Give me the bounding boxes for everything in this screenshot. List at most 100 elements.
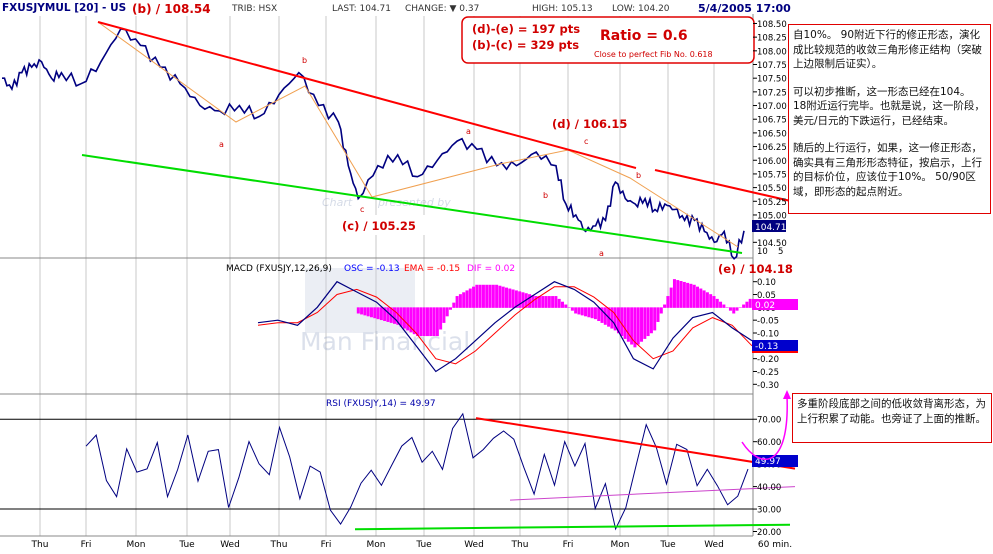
macd-hist-bar-21-3	[682, 281, 686, 308]
price-tick-label-13: 105.25	[757, 198, 787, 208]
price-tick-label-8: 106.50	[757, 129, 787, 139]
macd-hist-bar-7-3	[406, 307, 410, 331]
price-tick-label-4: 107.50	[757, 75, 787, 85]
x-tick-label-4: Wed	[220, 540, 240, 550]
x-tick-label-8: Tue	[415, 540, 432, 550]
price-tick-label-9: 106.25	[757, 143, 787, 153]
macd-hist-bar-21-4	[686, 282, 690, 308]
macd-hist-bar-17-0	[593, 307, 597, 320]
macd-hist-bar-15-3	[564, 304, 568, 308]
subwave-a2: a	[466, 127, 471, 136]
price-tick-label-5: 107.25	[757, 88, 787, 98]
macd-dif-tag-text: 0.02	[755, 301, 775, 311]
macd-hist-bar-13-2	[521, 292, 525, 308]
macd-hist-bar-10-4	[468, 288, 472, 308]
macd-hist-bar-5-4	[369, 307, 373, 318]
macd-hist-bar-18-3	[623, 307, 627, 339]
macd-hist-bar-12-0	[495, 284, 499, 308]
label-c: (c) / 105.25	[342, 219, 416, 233]
macd-hist-bar-12-1	[498, 285, 502, 308]
macd-tick-label-6: -0.20	[757, 355, 779, 365]
macd-hist-bar-9-0	[435, 307, 439, 337]
macd-hist-bar-11-0	[475, 284, 479, 308]
macd-hist-bar-24-5	[748, 298, 752, 308]
macd-hist-bar-14-3	[544, 296, 548, 308]
macd-hist-bar-15-5	[570, 307, 574, 311]
macd-hist-bar-9-5	[452, 302, 456, 308]
macd-hist-bar-10-5	[472, 286, 476, 308]
ratio-box: (d)-(e) = 197 pts (b)-(c) = 329 pts Rati…	[461, 16, 755, 64]
x-tick-label-14: Wed	[704, 540, 724, 550]
macd-hist-bar-5-3	[366, 307, 370, 317]
price-tick-label-14: 105.00	[757, 211, 787, 221]
macd-hist-bar-15-0	[554, 296, 558, 308]
subwave-c2: c	[584, 137, 588, 146]
macd-hist-bar-17-3	[603, 307, 607, 325]
change-label: CHANGE: ▼ 0.37	[405, 4, 479, 14]
subwave-b2: b	[543, 191, 548, 200]
macd-hist-bar-15-4	[567, 307, 571, 308]
x-tick-label-0: Thu	[31, 540, 49, 550]
x-tick-label-1: Fri	[81, 540, 92, 550]
macd-hist-bar-24-0	[732, 307, 736, 314]
macd-header-ema: EMA = -0.15	[404, 264, 460, 274]
x-tick-label-10: Thu	[511, 540, 529, 550]
macd-hist-bar-22-2	[699, 288, 703, 308]
macd-hist-bar-8-3	[425, 307, 429, 337]
ratio-value: Ratio = 0.6	[600, 28, 688, 44]
macd-hist-bar-9-2	[442, 307, 446, 323]
macd-hist-bar-12-2	[501, 286, 505, 308]
subwave-c1: c	[360, 205, 364, 214]
macd-hist-bar-24-2	[738, 307, 742, 308]
macd-hist-bar-14-4	[547, 296, 551, 308]
price-tick-label-2: 108.00	[757, 47, 787, 57]
macd-hist-bar-21-2	[679, 281, 683, 308]
macd-hist-bar-6-1	[379, 307, 383, 321]
macd-hist-bar-11-4	[488, 284, 492, 308]
macd-hist-bar-16-2	[580, 307, 584, 316]
last-price-tag-text: 104.71	[755, 223, 787, 233]
macd-hist-bar-22-0	[692, 284, 696, 308]
macd-hist-bar-16-3	[584, 307, 588, 317]
macd-hist-bar-20-3	[663, 304, 667, 308]
macd-hist-bar-9-4	[449, 307, 453, 310]
label-d: (d) / 106.15	[552, 117, 627, 131]
macd-hist-bar-24-3	[742, 304, 746, 308]
macd-hist-bar-23-5	[728, 307, 732, 311]
macd-hist-bar-10-1	[458, 294, 462, 308]
low-value-label: LOW: 104.20	[612, 4, 670, 14]
macd-hist-bar-21-0	[672, 279, 676, 308]
price-tick-label-10: 106.00	[757, 157, 787, 167]
macd-hist-bar-11-1	[478, 284, 482, 308]
macd-hist-bar-8-4	[429, 307, 433, 337]
macd-hist-bar-10-3	[465, 290, 469, 308]
price-tick-label-7: 106.75	[757, 116, 787, 126]
macd-hist-bar-14-5	[551, 296, 555, 308]
macd-hist-bar-19-4	[646, 307, 650, 337]
partial-tick-5: 5	[778, 247, 783, 257]
macd-hist-bar-5-5	[373, 307, 377, 319]
subwave-a3: a	[599, 249, 604, 258]
macd-hist-bar-20-5	[669, 287, 673, 308]
price-tick-label-6: 107.00	[757, 102, 787, 112]
price-tick-label-11: 105.75	[757, 170, 787, 180]
symbol-label: FXUSJYMUL [20] - US	[2, 2, 126, 14]
ratio-line2: (b)-(c) = 329 pts	[472, 38, 579, 52]
macd-hist-bar-18-4	[626, 307, 630, 342]
macd-hist-bar-11-3	[485, 284, 489, 308]
macd-hist-bar-8-0	[416, 307, 420, 337]
macd-hist-bar-12-4	[508, 288, 512, 308]
macd-hist-bar-23-0	[712, 296, 716, 308]
ratio-fib-note: Close to perfect Fib No. 0.618	[594, 50, 713, 59]
x-tick-label-11: Fri	[563, 540, 574, 550]
subwave-a1: a	[219, 140, 224, 149]
rsi-tick-label-0: 70.00	[757, 416, 781, 426]
macd-hist-bar-5-2	[363, 307, 367, 316]
macd-hist-bar-10-0	[455, 296, 459, 308]
macd-hist-bar-21-5	[689, 283, 693, 308]
macd-hist-bar-20-2	[659, 307, 663, 314]
macd-hist-bar-24-4	[745, 301, 749, 308]
macd-hist-bar-23-4	[725, 307, 729, 308]
macd-hist-bar-16-4	[587, 307, 591, 318]
macd-hist-bar-22-4	[705, 292, 709, 308]
